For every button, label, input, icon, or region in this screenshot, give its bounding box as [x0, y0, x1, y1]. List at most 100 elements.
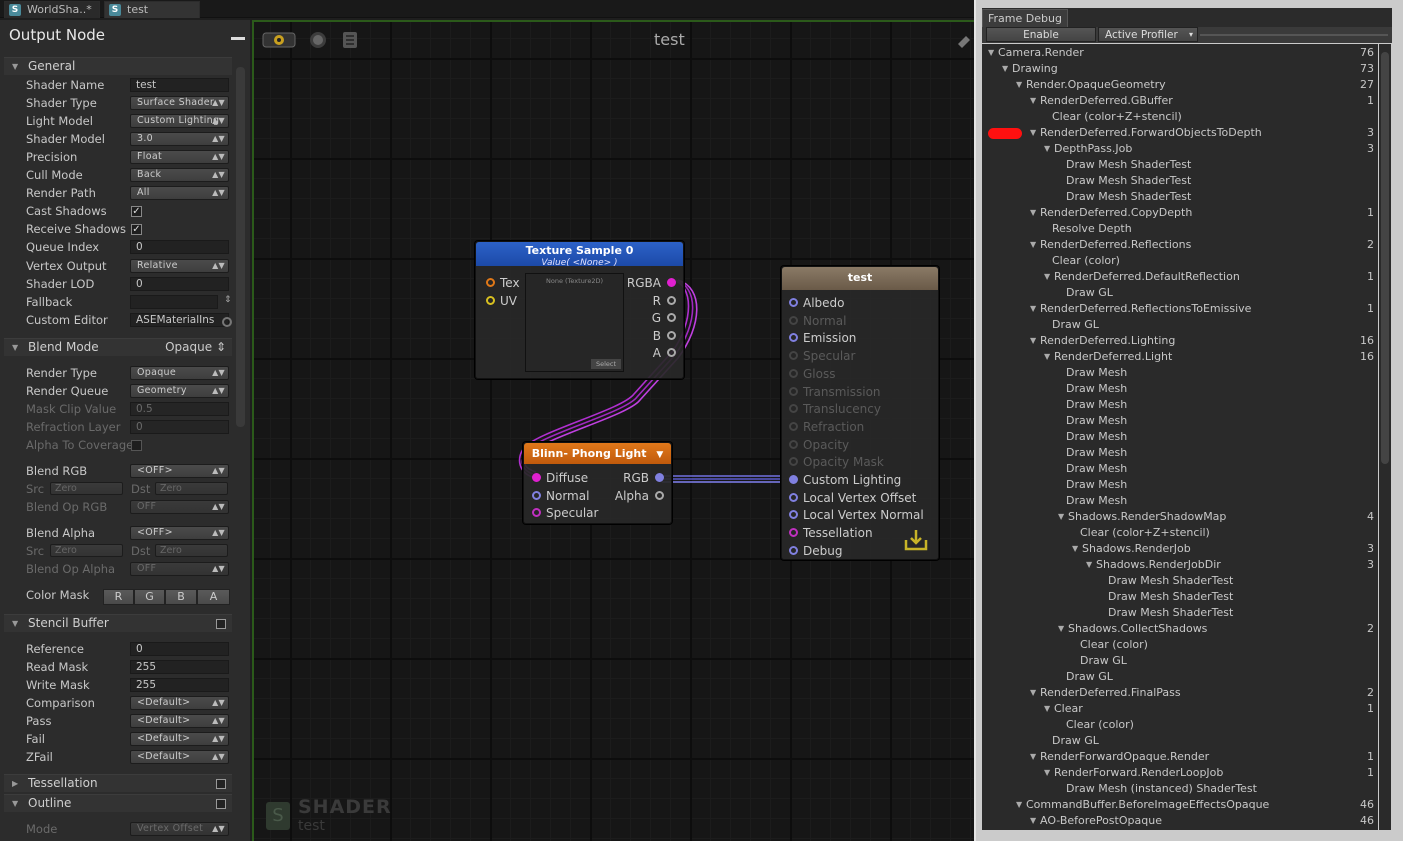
outline-mode-dropdown[interactable]: Vertex Offset ▲▼: [130, 822, 229, 836]
fallback-spinner-icon[interactable]: ⇕: [224, 295, 232, 305]
alpha-output-port-icon[interactable]: [655, 490, 664, 500]
specular-port-icon[interactable]: [789, 351, 798, 361]
opacity-port-icon[interactable]: [789, 439, 798, 449]
frame-event-row[interactable]: ▼ RenderDeferred.ReflectionsToEmissive 1: [982, 301, 1378, 317]
opacity-mask-port-icon[interactable]: [789, 457, 798, 467]
color-mask-r-button[interactable]: R: [103, 589, 134, 605]
custom-editor-field[interactable]: ASEMaterialIns: [130, 312, 229, 327]
dst-rgb-dropdown[interactable]: Zero: [155, 482, 228, 495]
expand-triangle-icon[interactable]: ▼: [1044, 349, 1050, 365]
frame-event-row[interactable]: ▼ Render.OpaqueGeometry 27: [982, 77, 1378, 93]
active-profiler-dropdown[interactable]: Active Profiler ▾: [1098, 27, 1198, 42]
frame-event-row[interactable]: Draw Mesh ShaderTest: [982, 589, 1378, 605]
frame-event-row[interactable]: Clear (color): [982, 637, 1378, 653]
frame-event-scrollbar[interactable]: [1379, 44, 1391, 830]
frame-event-row[interactable]: ▼ RenderForwardOpaque.Render 1: [982, 749, 1378, 765]
node-header[interactable]: Texture Sample 0 Value( <None> ): [476, 242, 683, 268]
cast-shadows-checkbox[interactable]: ✓: [131, 206, 142, 218]
queue-index-field[interactable]: 0: [130, 240, 229, 255]
g-output-port-icon[interactable]: [667, 313, 676, 322]
blend-op-alpha-dropdown[interactable]: OFF ▲▼: [130, 562, 229, 576]
frame-event-row[interactable]: Draw Mesh ShaderTest: [982, 573, 1378, 589]
frame-event-row[interactable]: Clear (color+Z+stencil): [982, 525, 1378, 541]
normal-port-icon[interactable]: [532, 490, 541, 500]
expand-triangle-icon[interactable]: ▼: [988, 45, 994, 61]
frame-event-row[interactable]: ▼ RenderDeferred.ForwardObjectsToDepth 3: [982, 125, 1378, 141]
fail-dropdown[interactable]: <Default> ▲▼: [130, 732, 229, 746]
albedo-port-icon[interactable]: [789, 298, 798, 307]
frame-event-row[interactable]: Resolve Depth: [982, 221, 1378, 237]
texture-preview[interactable]: None (Texture2D) Select: [525, 273, 624, 372]
expand-triangle-icon[interactable]: ▼: [1002, 61, 1008, 77]
enable-button[interactable]: Enable: [986, 27, 1096, 42]
frame-event-row[interactable]: Draw GL: [982, 653, 1378, 669]
frame-event-row[interactable]: Draw Mesh: [982, 445, 1378, 461]
frame-event-row[interactable]: ▼ RenderDeferred.Lighting 16: [982, 333, 1378, 349]
rgba-output-port-icon[interactable]: [667, 278, 676, 287]
expand-triangle-icon[interactable]: ▼: [1030, 125, 1036, 141]
section-general[interactable]: ▼ General: [4, 57, 232, 75]
shader-model-dropdown[interactable]: 3.0 ▲▼: [130, 132, 229, 147]
expand-triangle-icon[interactable]: ▼: [1044, 765, 1050, 781]
expand-triangle-icon[interactable]: ▼: [1030, 301, 1036, 317]
frame-event-row[interactable]: Draw Mesh: [982, 429, 1378, 445]
blend-op-rgb-dropdown[interactable]: OFF ▲▼: [130, 500, 229, 514]
fallback-field[interactable]: [130, 294, 218, 309]
normal-port-icon[interactable]: [789, 315, 798, 325]
frame-event-row[interactable]: Draw Mesh ShaderTest: [982, 189, 1378, 205]
blend-mode-dropdown[interactable]: Opaque ⇕: [165, 339, 226, 356]
minimize-button[interactable]: [231, 37, 245, 40]
frame-event-row[interactable]: Draw GL: [982, 317, 1378, 333]
refraction-port-icon[interactable]: [789, 421, 798, 431]
vertex-output-dropdown[interactable]: Relative ▲▼: [130, 258, 229, 273]
frame-event-row[interactable]: ▼ AO-BeforePostOpaque 46: [982, 813, 1378, 829]
blend-rgb-dropdown[interactable]: <OFF> ▲▼: [130, 464, 229, 478]
frame-event-row[interactable]: Draw Mesh ShaderTest: [982, 605, 1378, 621]
frame-event-row[interactable]: ▼ RenderDeferred.Reflections 2: [982, 237, 1378, 253]
light-model-dropdown[interactable]: Custom Lighting ▲▼: [130, 114, 229, 129]
color-mask-b-button[interactable]: B: [165, 589, 197, 605]
diffuse-port-icon[interactable]: [532, 473, 541, 482]
tab-worldshader[interactable]: S WorldSha..*: [4, 1, 100, 18]
frame-event-row[interactable]: Draw GL: [982, 285, 1378, 301]
frame-event-row[interactable]: Draw Mesh: [982, 461, 1378, 477]
frame-event-row[interactable]: ▼ Shadows.CollectShadows 2: [982, 621, 1378, 637]
b-output-port-icon[interactable]: [667, 330, 676, 340]
frame-event-row[interactable]: ▼ RenderForward.RenderLoopJob 1: [982, 765, 1378, 781]
object-picker-icon[interactable]: [222, 317, 232, 327]
inspector-scrollbar[interactable]: [236, 67, 245, 427]
src-alpha-dropdown[interactable]: Zero: [50, 544, 123, 557]
render-path-dropdown[interactable]: All ▲▼: [130, 186, 229, 201]
reference-field[interactable]: 0: [130, 642, 229, 656]
frame-event-row[interactable]: ▼ Shadows.RenderJob 3: [982, 541, 1378, 557]
section-blend-mode[interactable]: ▼ Blend Mode Opaque ⇕: [4, 338, 232, 356]
frame-event-row[interactable]: Draw Mesh: [982, 477, 1378, 493]
r-output-port-icon[interactable]: [667, 295, 676, 305]
expand-triangle-icon[interactable]: ▼: [1030, 333, 1036, 349]
frame-event-row[interactable]: Draw Mesh: [982, 413, 1378, 429]
frame-event-row[interactable]: ▼ RenderDeferred.GBuffer 1: [982, 93, 1378, 109]
frame-event-row[interactable]: ▼ Shadows.RenderJobDir 3: [982, 557, 1378, 573]
transmission-port-icon[interactable]: [789, 386, 798, 396]
zfail-dropdown[interactable]: <Default> ▲▼: [130, 750, 229, 764]
node-graph-canvas[interactable]: test Texture Sample 0 Value( <None> ) No…: [252, 20, 974, 841]
shader-type-dropdown[interactable]: Surface Shader ▲▼: [130, 96, 229, 111]
expand-triangle-icon[interactable]: ▼: [1030, 93, 1036, 109]
dropdown-arrow-icon[interactable]: ▼: [656, 450, 663, 460]
expand-triangle-icon[interactable]: ▼: [1030, 749, 1036, 765]
tab-frame-debug[interactable]: Frame Debug: [982, 9, 1068, 28]
shader-name-field[interactable]: test: [130, 78, 229, 92]
frame-event-row[interactable]: Draw Mesh ShaderTest: [982, 173, 1378, 189]
expand-triangle-icon[interactable]: ▼: [1016, 77, 1022, 93]
frame-event-list[interactable]: ▼ Camera.Render 76 ▼ Drawing 73 ▼ Render.Opaque…: [982, 44, 1378, 830]
emission-port-icon[interactable]: [789, 333, 798, 343]
blinn-phong-light-node[interactable]: Blinn- Phong Light ▼ Diffuse Normal Specul…: [523, 442, 672, 524]
write-mask-field[interactable]: 255: [130, 678, 229, 692]
section-outline[interactable]: ▼ Outline: [4, 794, 232, 812]
tab-test[interactable]: S test: [104, 1, 200, 18]
a-output-port-icon[interactable]: [667, 348, 676, 357]
color-mask-g-button[interactable]: G: [134, 589, 165, 605]
frame-event-row[interactable]: Draw GL: [982, 669, 1378, 685]
render-type-dropdown[interactable]: Opaque ▲▼: [130, 366, 229, 380]
gloss-port-icon[interactable]: [789, 368, 798, 378]
